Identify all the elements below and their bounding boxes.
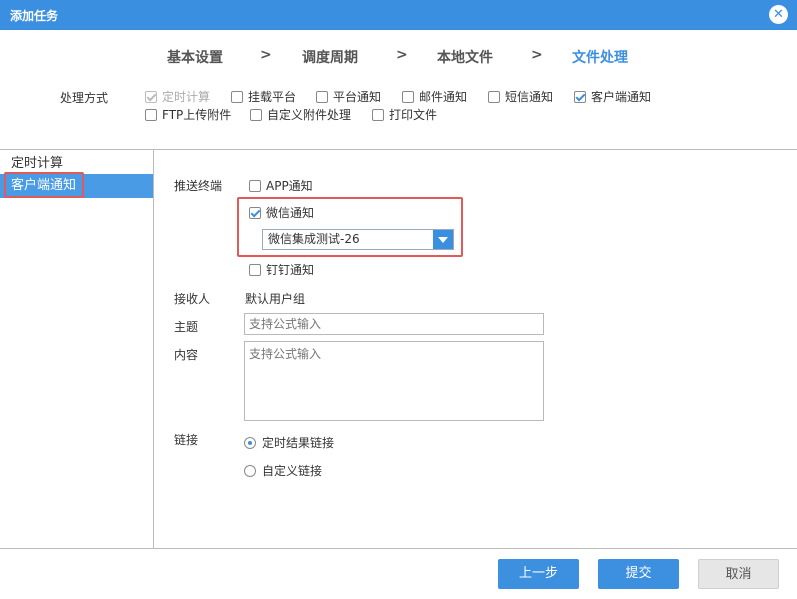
checkbox-icon[interactable]	[372, 108, 384, 121]
radio-icon[interactable]	[244, 464, 256, 477]
mode-option-platform-notify[interactable]: 平台通知	[316, 88, 381, 105]
wizard-steps: 基本设置 > 调度周期 > 本地文件 > 文件处理	[0, 47, 797, 67]
checkbox-icon[interactable]	[249, 179, 261, 192]
submit-button[interactable]: 提交	[598, 559, 679, 589]
checkbox-icon[interactable]	[402, 90, 414, 103]
processing-mode-label: 处理方式	[60, 91, 109, 105]
checkbox-icon[interactable]	[249, 263, 261, 276]
checkbox-icon[interactable]	[316, 90, 328, 103]
push-option-app[interactable]: APP通知	[249, 177, 313, 194]
close-icon[interactable]: ✕	[769, 5, 788, 24]
title-bar: 添加任务 ✕	[0, 0, 797, 30]
push-option-dingtalk[interactable]: 钉钉通知	[249, 261, 314, 278]
wechat-integration-select[interactable]: 微信集成测试-26	[262, 229, 454, 250]
step-separator: >	[531, 47, 543, 63]
recipient-label: 接收人	[174, 292, 211, 306]
step-local-files[interactable]: 本地文件	[437, 47, 493, 67]
content-label: 内容	[174, 348, 199, 362]
mode-option-custom-attachment[interactable]: 自定义附件处理	[250, 106, 351, 123]
link-label: 链接	[174, 433, 199, 447]
mode-option-mount-platform[interactable]: 挂载平台	[231, 88, 296, 105]
mode-option-ftp-upload[interactable]: FTP上传附件	[145, 106, 231, 123]
step-file-processing[interactable]: 文件处理	[572, 47, 628, 67]
checkbox-checked-icon[interactable]	[145, 90, 157, 103]
step-schedule-cycle[interactable]: 调度周期	[302, 47, 358, 67]
push-option-wechat[interactable]: 微信通知	[249, 204, 314, 221]
mode-option-print-file[interactable]: 打印文件	[372, 106, 437, 123]
subject-label: 主题	[174, 320, 199, 334]
prev-step-button[interactable]: 上一步	[498, 559, 579, 589]
sidebar: 定时计算 客户端通知	[0, 150, 154, 548]
content-textarea[interactable]	[244, 341, 544, 421]
step-separator: >	[396, 47, 408, 63]
checkbox-checked-icon[interactable]	[574, 90, 586, 103]
push-terminal-label: 推送终端	[174, 179, 223, 193]
subject-input[interactable]	[244, 313, 544, 335]
mode-option-scheduled-calc[interactable]: 定时计算	[145, 88, 210, 105]
checkbox-icon[interactable]	[145, 108, 157, 121]
checkbox-icon[interactable]	[231, 90, 243, 103]
link-option-scheduled-result[interactable]: 定时结果链接	[244, 434, 334, 451]
step-basic-settings[interactable]: 基本设置	[167, 47, 223, 67]
checkbox-icon[interactable]	[250, 108, 262, 121]
mode-option-client-notify[interactable]: 客户端通知	[574, 88, 651, 105]
checkbox-icon[interactable]	[488, 90, 500, 103]
mode-option-email-notify[interactable]: 邮件通知	[402, 88, 467, 105]
cancel-button[interactable]: 取消	[698, 559, 779, 589]
link-option-custom[interactable]: 自定义链接	[244, 462, 322, 479]
recipient-value: 默认用户组	[245, 292, 306, 306]
window-title: 添加任务	[10, 9, 59, 23]
radio-selected-icon[interactable]	[244, 436, 256, 449]
mode-option-sms-notify[interactable]: 短信通知	[488, 88, 553, 105]
chevron-down-icon[interactable]	[433, 230, 453, 249]
checkbox-checked-icon[interactable]	[249, 206, 261, 219]
highlight-box	[4, 172, 84, 198]
step-separator: >	[260, 47, 272, 63]
